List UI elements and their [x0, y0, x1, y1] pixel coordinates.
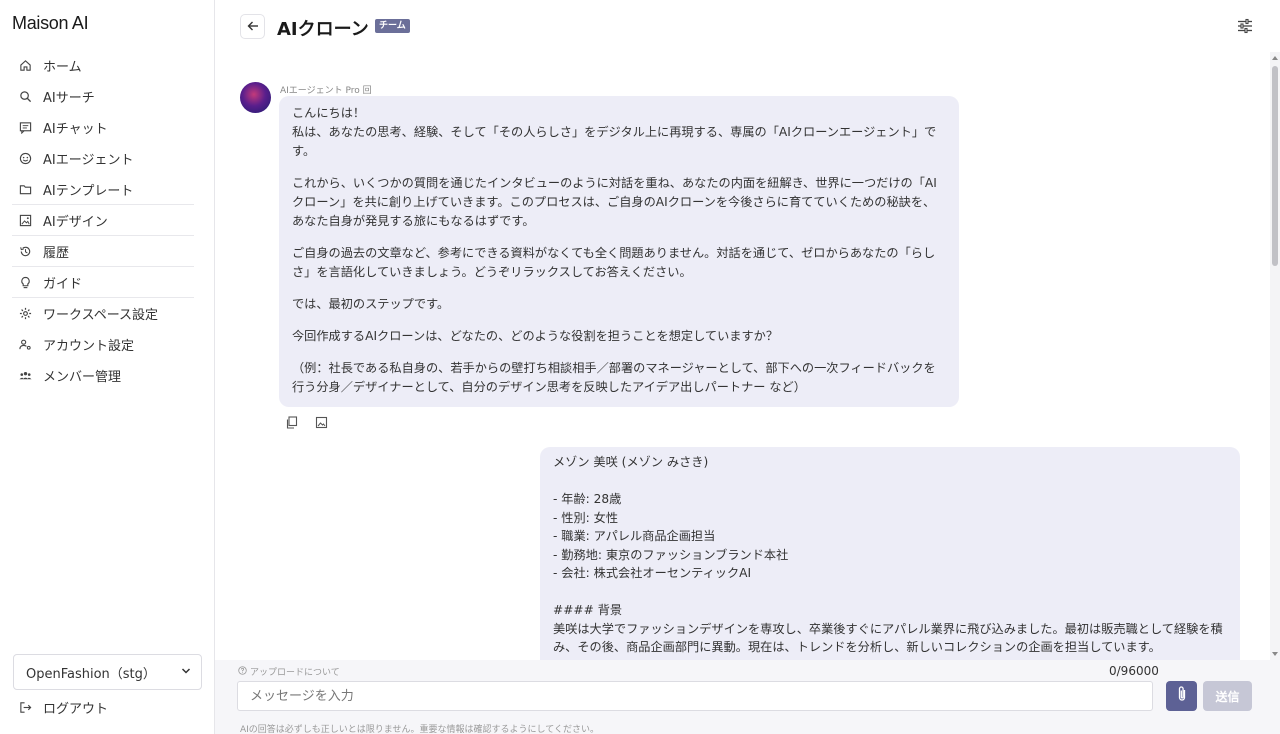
sidebar-item-label: 履歴 — [43, 245, 70, 261]
user-message-line: - 年齢: 28歳 — [553, 492, 622, 506]
sidebar-item-account-settings[interactable]: アカウント設定 — [12, 329, 194, 360]
ai-message-paragraph: （例：社長である私自身の、若手からの壁打ち相談相手／部署のマネージャーとして、部… — [292, 361, 936, 394]
folder-icon — [19, 183, 32, 196]
chevron-down-icon — [181, 665, 191, 680]
sidebar-nav: ホーム AIサーチ AIチャット AIエージェント AIテンプレート AIデザイ… — [12, 50, 194, 391]
sliders-icon — [1237, 18, 1253, 38]
user-message-line: - 職業: アパレル商品企画担当 — [553, 529, 716, 543]
team-badge: チーム — [375, 19, 410, 33]
image-icon — [19, 214, 32, 227]
scroll-down-arrow[interactable] — [1272, 652, 1278, 656]
ai-disclaimer: AIの回答は必ずしも正しいとは限りません。重要な情報は確認するようにしてください… — [240, 725, 600, 734]
attach-button[interactable] — [1166, 681, 1197, 711]
app-root: Maison AI ホーム AIサーチ AIチャット AIエージェント AIテン… — [0, 0, 1280, 734]
user-message-line: #### 背景 — [553, 603, 623, 617]
workspace-select[interactable]: OpenFashion（stg） — [13, 654, 202, 690]
sidebar-item-label: ワークスペース設定 — [43, 308, 159, 323]
scroll-up-arrow[interactable] — [1272, 56, 1278, 60]
gear-icon — [19, 307, 32, 320]
message-toolbar — [285, 414, 328, 429]
sidebar-item-history[interactable]: 履歴 — [12, 236, 194, 267]
sidebar-item-label: AIデザイン — [43, 214, 108, 230]
page-title: AIクローン — [277, 19, 369, 40]
settings-sliders-button[interactable] — [1237, 18, 1253, 34]
ai-message-paragraph: ご自身の過去の文章など、参考にできる資料がなくても全く問題ありません。対話を通じ… — [292, 246, 936, 279]
sidebar-item-ai-search[interactable]: AIサーチ — [12, 81, 194, 112]
image-save-icon[interactable] — [315, 414, 328, 429]
sidebar-item-ai-chat[interactable]: AIチャット — [12, 112, 194, 143]
sidebar-item-label: アカウント設定 — [43, 339, 135, 354]
sidebar-item-ai-template[interactable]: AIテンプレート — [12, 174, 194, 205]
sidebar-item-guide[interactable]: ガイド — [12, 267, 194, 298]
agent-label: AIエージェント Pro 回 — [280, 86, 372, 96]
back-button[interactable] — [240, 14, 265, 39]
copy-icon[interactable] — [285, 414, 298, 429]
sidebar-item-home[interactable]: ホーム — [12, 50, 194, 81]
account-icon — [19, 338, 32, 351]
upload-about-link[interactable]: アップロードについて — [238, 665, 340, 678]
arrow-left-icon — [247, 17, 259, 36]
upload-about-label: アップロードについて — [250, 668, 340, 678]
chat-scrollbar[interactable] — [1270, 52, 1280, 660]
agent-avatar — [240, 82, 271, 113]
workspace-name: OpenFashion（stg） — [26, 666, 156, 682]
sidebar-item-label: AIチャット — [43, 122, 108, 137]
home-icon — [19, 59, 32, 72]
sidebar-item-label: メンバー管理 — [43, 370, 122, 385]
user-message-line: 美咲は大学でファッションデザインを専攻し、卒業後すぐにアパレル業界に飛び込みまし… — [553, 621, 1223, 655]
sidebar-item-ai-agent[interactable]: AIエージェント — [12, 143, 194, 174]
logout-button[interactable]: ログアウト — [19, 698, 108, 717]
logout-label: ログアウト — [43, 702, 109, 717]
sidebar: Maison AI ホーム AIサーチ AIチャット AIエージェント AIテン… — [0, 0, 215, 734]
chat-thread[interactable]: AIエージェント Pro 回 こんにちは！ 私は、あなたの思考、経験、そして「そ… — [215, 52, 1270, 660]
agent-icon — [19, 152, 32, 165]
message-composer: アップロードについて 0/96000 送信 AIの回答は必ずしも正しいとは限りま… — [215, 660, 1280, 734]
app-logo[interactable]: Maison AI — [12, 13, 89, 34]
members-icon — [19, 369, 32, 382]
sidebar-item-label: ガイド — [43, 276, 83, 292]
ai-message-paragraph: では、最初のステップです。 — [292, 297, 450, 311]
scroll-thumb[interactable] — [1272, 66, 1278, 266]
lightbulb-icon — [19, 276, 32, 289]
ai-message-bubble: こんにちは！ 私は、あなたの思考、経験、そして「その人らしさ」をデジタル上に再現… — [279, 96, 959, 407]
chat-icon — [19, 121, 32, 134]
user-message-bubble: メゾン 美咲 (メゾン みさき) - 年齢: 28歳 - 性別: 女性 - 職業… — [540, 447, 1240, 660]
paperclip-icon — [1175, 685, 1189, 707]
logout-icon — [19, 701, 32, 714]
char-count: 0/96000 — [1109, 664, 1159, 678]
user-message-line: - 性別: 女性 — [553, 510, 619, 525]
sidebar-item-label: AIテンプレート — [43, 183, 134, 199]
sidebar-item-ai-design[interactable]: AIデザイン — [12, 205, 194, 236]
ai-message-paragraph: 今回作成するAIクローンは、どなたの、どのような役割を担うことを想定していますか… — [292, 329, 779, 343]
sidebar-item-workspace-settings[interactable]: ワークスペース設定 — [12, 298, 194, 329]
send-button[interactable]: 送信 — [1203, 681, 1252, 711]
sidebar-item-label: AIエージェント — [43, 153, 134, 168]
search-icon — [19, 90, 32, 103]
user-message-line — [553, 472, 1226, 491]
sidebar-item-label: ホーム — [43, 60, 82, 75]
sidebar-item-members[interactable]: メンバー管理 — [12, 360, 194, 391]
user-message-line: - 会社: 株式会社オーセンティックAI — [553, 566, 752, 580]
history-icon — [19, 245, 32, 258]
message-input[interactable] — [237, 681, 1153, 711]
user-message-line — [553, 583, 1226, 602]
sidebar-item-label: AIサーチ — [43, 91, 95, 106]
user-message-line: メゾン 美咲 (メゾン みさき) — [553, 455, 709, 469]
ai-message-paragraph: こんにちは！ 私は、あなたの思考、経験、そして「その人らしさ」をデジタル上に再現… — [292, 106, 937, 158]
page-header: AIクローン チーム — [215, 0, 1280, 52]
help-circle-icon — [238, 665, 247, 678]
user-message-line: - 勤務地: 東京のファッションブランド本社 — [553, 547, 789, 562]
ai-message-paragraph: これから、いくつかの質問を通じたインタビューのように対話を重ね、あなたの内面を紐… — [292, 176, 937, 228]
